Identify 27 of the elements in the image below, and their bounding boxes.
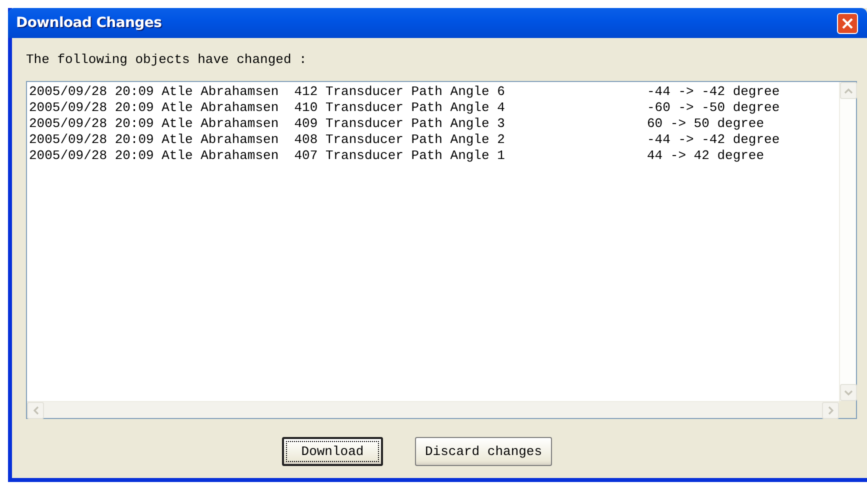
scroll-down-button[interactable] xyxy=(840,384,857,401)
change-entry[interactable]: 2005/09/28 20:09 Atle Abrahamsen 412 Transducer Path Angle 6 xyxy=(29,84,647,100)
close-button[interactable] xyxy=(837,12,858,34)
download-button[interactable]: Download xyxy=(282,437,383,466)
change-value: -44 -> -42 degree xyxy=(647,132,780,148)
chevron-left-icon xyxy=(32,406,38,415)
change-entry[interactable]: 2005/09/28 20:09 Atle Abrahamsen 410 Transducer Path Angle 4 xyxy=(29,100,647,116)
chevron-down-icon xyxy=(844,390,853,396)
change-entry[interactable]: 2005/09/28 20:09 Atle Abrahamsen 409 Transducer Path Angle 3 xyxy=(29,116,647,132)
scroll-right-button[interactable] xyxy=(822,402,839,419)
discard-button[interactable]: Discard changes xyxy=(415,437,552,466)
chevron-right-icon xyxy=(828,406,834,415)
scrollbar-corner xyxy=(839,401,856,418)
change-value: -44 -> -42 degree xyxy=(647,84,780,100)
change-entry[interactable]: 2005/09/28 20:09 Atle Abrahamsen 408 Transducer Path Angle 2 xyxy=(29,132,647,148)
scroll-up-button[interactable] xyxy=(840,82,857,99)
change-value: -60 -> -50 degree xyxy=(647,100,780,116)
change-value: 44 -> 42 degree xyxy=(647,148,764,164)
window-title: Download Changes xyxy=(16,15,162,31)
close-icon xyxy=(841,16,854,30)
change-value: 60 -> 50 degree xyxy=(647,116,764,132)
message-text: The following objects have changed : xyxy=(26,52,308,67)
vertical-scrollbar[interactable] xyxy=(839,82,856,401)
horizontal-scrollbar[interactable] xyxy=(27,401,839,418)
scroll-left-button[interactable] xyxy=(27,402,44,419)
chevron-up-icon xyxy=(844,88,853,94)
change-entry[interactable]: 2005/09/28 20:09 Atle Abrahamsen 407 Transducer Path Angle 1 xyxy=(29,148,647,164)
